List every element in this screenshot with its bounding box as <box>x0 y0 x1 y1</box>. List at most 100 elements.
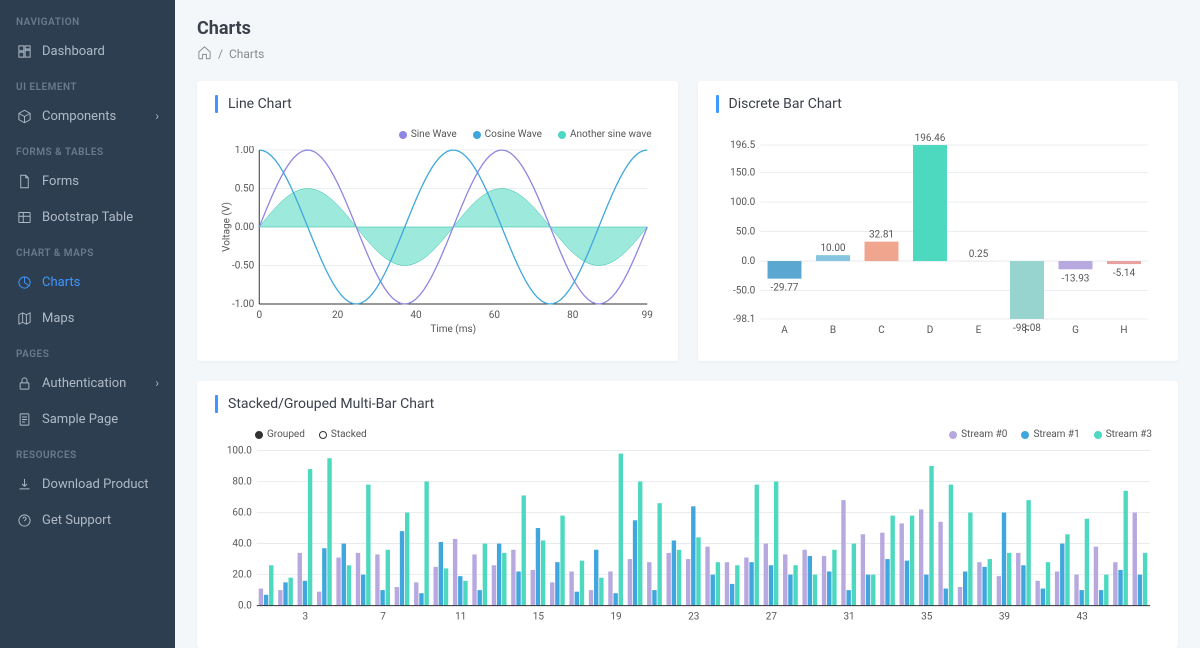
card-multi-bar: Stacked/Grouped Multi-Bar Chart Grouped … <box>197 381 1178 648</box>
dashboard-icon <box>16 43 32 59</box>
svg-text:27: 27 <box>766 612 778 623</box>
sidebar-item-components[interactable]: Components › <box>0 98 175 134</box>
breadcrumb-current: Charts <box>229 47 264 61</box>
sidebar: NAVIGATIONDashboardUI ELEMENTComponents›… <box>0 0 175 648</box>
sidebar-item-get-support[interactable]: Get Support <box>0 502 175 538</box>
card-line-chart: Line Chart Sine Wave Cosine Wave Another… <box>197 81 678 361</box>
svg-text:100.0: 100.0 <box>730 197 755 208</box>
svg-text:-13.93: -13.93 <box>1061 273 1089 284</box>
card-header: Stacked/Grouped Multi-Bar Chart <box>197 381 1178 421</box>
svg-text:1.00: 1.00 <box>235 146 255 156</box>
chevron-right-icon: › <box>155 109 159 123</box>
svg-text:150.0: 150.0 <box>730 167 755 178</box>
svg-text:F: F <box>1024 325 1030 336</box>
svg-text:196.5: 196.5 <box>730 140 755 151</box>
lock-icon <box>16 375 32 391</box>
box-icon <box>16 108 32 124</box>
sidebar-item-authentication[interactable]: Authentication › <box>0 365 175 401</box>
sidebar-item-sample-page[interactable]: Sample Page <box>0 401 175 437</box>
svg-text:99: 99 <box>642 310 653 321</box>
card-discrete-bar: Discrete Bar Chart -98.1-50.00.050.0100.… <box>698 81 1179 361</box>
svg-text:40: 40 <box>410 310 422 321</box>
sidebar-heading: CHART & MAPS <box>0 243 175 264</box>
svg-text:0.00: 0.00 <box>235 222 255 233</box>
svg-text:31: 31 <box>843 612 854 623</box>
svg-text:-0.50: -0.50 <box>232 261 255 272</box>
svg-text:H: H <box>1120 325 1127 336</box>
svg-text:43: 43 <box>1077 612 1088 623</box>
chevron-right-icon: › <box>155 376 159 390</box>
svg-text:A: A <box>781 325 788 336</box>
sidebar-item-maps[interactable]: Maps <box>0 300 175 336</box>
svg-text:0.25: 0.25 <box>968 249 988 260</box>
svg-text:0.50: 0.50 <box>235 184 255 195</box>
multi-bar-legend: Grouped Stacked Stream #0 Stream #1 Stre… <box>215 429 1160 440</box>
svg-text:Voltage (V): Voltage (V) <box>220 202 232 252</box>
sidebar-item-label: Download Product <box>42 477 149 492</box>
legend-item[interactable]: Stream #3 <box>1094 429 1152 440</box>
svg-text:32.81: 32.81 <box>868 230 893 241</box>
card-accent <box>215 95 218 113</box>
pie-icon <box>16 274 32 290</box>
page-title: Charts <box>197 18 1178 39</box>
multi-bar-chart[interactable]: 0.020.040.060.080.0100.03711151923273135… <box>215 446 1160 626</box>
svg-text:100.0: 100.0 <box>227 446 252 456</box>
svg-text:15: 15 <box>533 612 545 623</box>
home-icon[interactable] <box>197 45 212 63</box>
svg-text:60: 60 <box>489 310 501 321</box>
card-accent <box>215 395 218 413</box>
svg-text:G: G <box>1072 325 1079 336</box>
legend-item[interactable]: Stream #1 <box>1021 429 1079 440</box>
sidebar-item-label: Components <box>42 109 116 124</box>
line-chart[interactable]: -1.00-0.500.000.501.0002040608099Time (m… <box>215 146 660 336</box>
card-header: Line Chart <box>197 81 678 121</box>
svg-text:40.0: 40.0 <box>232 539 252 550</box>
main-content: Charts / Charts Line Chart Sine Wave Cos… <box>175 0 1200 648</box>
card-header: Discrete Bar Chart <box>698 81 1179 121</box>
svg-text:0.0: 0.0 <box>741 256 755 267</box>
table-icon <box>16 209 32 225</box>
svg-text:20: 20 <box>332 310 344 321</box>
svg-text:0: 0 <box>256 310 262 321</box>
sidebar-heading: PAGES <box>0 344 175 365</box>
svg-text:39: 39 <box>999 612 1010 623</box>
sidebar-item-label: Dashboard <box>42 44 105 59</box>
svg-text:23: 23 <box>688 612 699 623</box>
sidebar-heading: UI ELEMENT <box>0 77 175 98</box>
mode-radio-stacked[interactable]: Stacked <box>319 429 367 440</box>
svg-text:E: E <box>975 325 981 336</box>
sidebar-item-bootstrap-table[interactable]: Bootstrap Table <box>0 199 175 235</box>
sidebar-item-forms[interactable]: Forms <box>0 163 175 199</box>
file-icon <box>16 173 32 189</box>
svg-text:-29.77: -29.77 <box>770 283 798 294</box>
svg-text:7: 7 <box>380 612 386 623</box>
sidebar-item-charts[interactable]: Charts <box>0 264 175 300</box>
card-title: Discrete Bar Chart <box>729 96 842 112</box>
page-icon <box>16 411 32 427</box>
svg-text:0.0: 0.0 <box>238 601 252 612</box>
legend-item[interactable]: Cosine Wave <box>473 129 542 140</box>
svg-text:60.0: 60.0 <box>232 508 252 519</box>
sidebar-item-download-product[interactable]: Download Product <box>0 466 175 502</box>
svg-text:196.46: 196.46 <box>914 133 945 144</box>
svg-text:80: 80 <box>567 310 579 321</box>
help-icon <box>16 512 32 528</box>
svg-text:Time (ms): Time (ms) <box>430 323 476 335</box>
svg-text:D: D <box>926 325 933 336</box>
discrete-bar-chart[interactable]: -98.1-50.00.050.0100.0150.0196.5-29.77A1… <box>716 129 1161 339</box>
sidebar-item-dashboard[interactable]: Dashboard <box>0 33 175 69</box>
svg-text:-98.1: -98.1 <box>732 314 754 325</box>
sidebar-heading: RESOURCES <box>0 445 175 466</box>
mode-radio-grouped[interactable]: Grouped <box>255 429 305 440</box>
sidebar-item-label: Bootstrap Table <box>42 210 133 225</box>
legend-item[interactable]: Sine Wave <box>399 129 457 140</box>
legend-item[interactable]: Stream #0 <box>949 429 1007 440</box>
legend-item[interactable]: Another sine wave <box>558 129 652 140</box>
card-accent <box>716 95 719 113</box>
svg-text:80.0: 80.0 <box>232 476 252 487</box>
sidebar-item-label: Maps <box>42 311 74 326</box>
svg-text:-5.14: -5.14 <box>1112 268 1135 279</box>
svg-text:19: 19 <box>610 612 621 623</box>
card-title: Line Chart <box>228 96 292 112</box>
sidebar-item-label: Authentication <box>42 376 126 391</box>
